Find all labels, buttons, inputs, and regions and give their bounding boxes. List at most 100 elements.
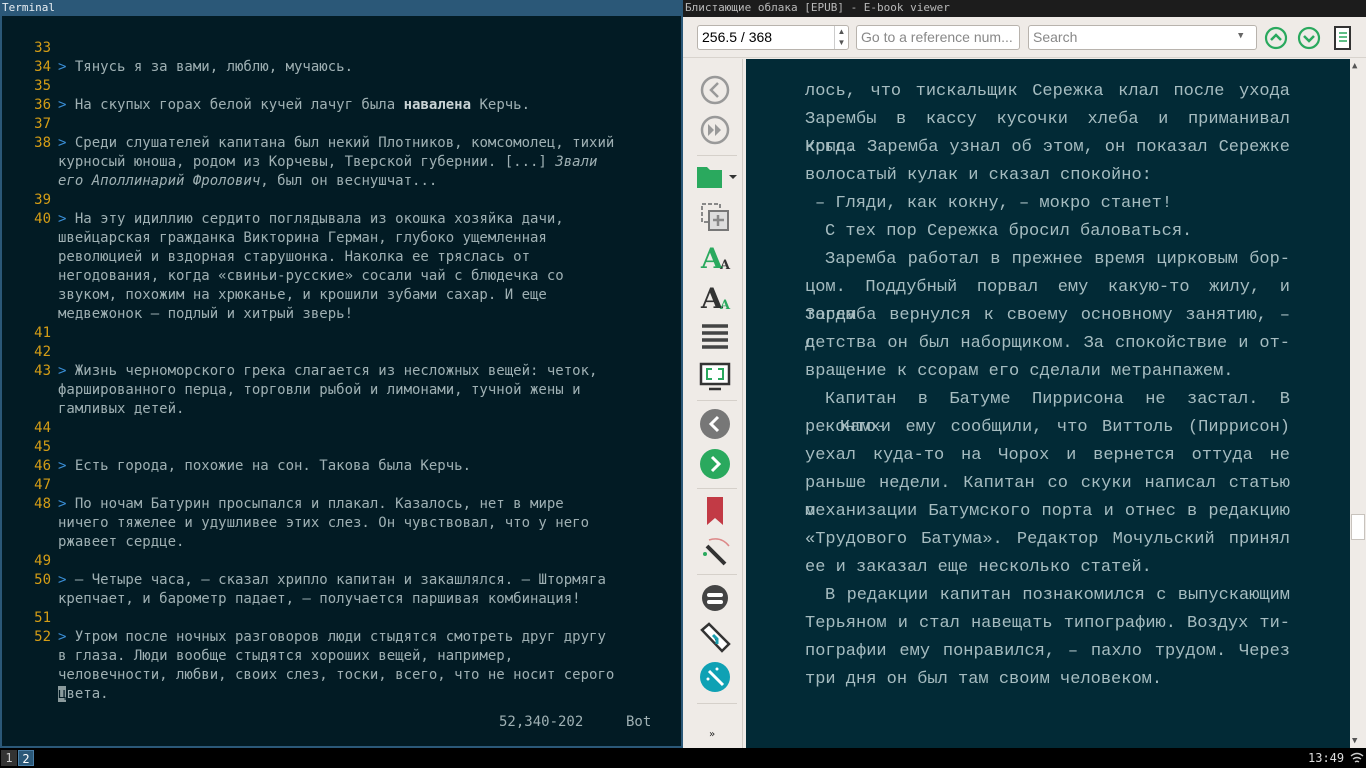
book-text-line: уехал куда-то на Чорох и вернется оттуда… (805, 446, 1290, 465)
line-text: фаршированного перца, торговли рыбой и л… (58, 381, 581, 400)
previous-page-icon[interactable] (699, 408, 731, 440)
line-text: > Жизнь черноморского грека слагается из… (58, 362, 597, 381)
find-next-icon[interactable] (1297, 26, 1321, 50)
fullscreen-icon[interactable] (699, 360, 731, 392)
line-text: медвежонок – подлый и хитрый зверь! (58, 305, 353, 324)
forward-icon[interactable] (699, 114, 731, 146)
text-segment: > (58, 211, 75, 227)
scrollbar[interactable]: ▲ ▼ (1350, 59, 1366, 748)
text-segment: негодования, когда «свиньи-русские» соса… (58, 268, 564, 284)
line-number: 49 (34, 553, 51, 569)
workspace-2[interactable]: 2 (18, 750, 34, 766)
scroll-position: Bot (626, 714, 652, 730)
line-number: 48 (34, 496, 51, 512)
text-segment: крепчает, и барометр падает, – получаетс… (58, 591, 581, 607)
ebook-viewer-window: Блистающие облака [EPUB] - E-book viewer… (683, 0, 1366, 748)
text-segment: > (58, 59, 75, 75)
line-text: ничего тяжелее и удушливее этих слез. Он… (58, 514, 589, 533)
line-text: > – Четыре часа, – сказал хрипло капитан… (58, 571, 606, 590)
text-segment: На эту идиллию сердито поглядывала из ок… (74, 211, 564, 227)
magic-wand-icon[interactable] (699, 534, 731, 566)
table-of-contents-icon[interactable] (699, 320, 731, 352)
text-segment: На скупых горах белой кучей лачуг была (74, 97, 404, 113)
search-input[interactable]: Search (1028, 25, 1257, 50)
line-text: негодования, когда «свиньи-русские» соса… (58, 267, 564, 286)
next-page-icon[interactable] (699, 448, 731, 480)
line-text: > Есть города, похожие на сон. Такова бы… (58, 457, 471, 476)
line-text: цвета. (58, 685, 109, 704)
find-previous-icon[interactable] (1264, 26, 1288, 50)
add-to-library-icon[interactable] (699, 201, 731, 233)
taskbar: 1 2 13:49 (0, 748, 1366, 768)
line-number: 35 (34, 78, 51, 94)
line-number: 46 (34, 458, 51, 474)
text-segment: Звали (555, 154, 598, 170)
line-number: 39 (34, 192, 51, 208)
svg-text:A: A (719, 298, 731, 313)
terminal-body[interactable]: 52,340-202 Bot 33 34 > Тянусь я за вами, л… (2, 16, 681, 746)
book-page[interactable]: лось, что тискальщик Сережка клал после … (746, 59, 1350, 748)
line-text: гамливых детей. (58, 400, 184, 419)
text-segment: > (58, 458, 75, 474)
book-text-line: Зарем­ба вернулся к своему основному зан… (805, 306, 1290, 353)
back-icon[interactable] (699, 74, 731, 106)
line-text: революцией и вздорная старушонка. Наколк… (58, 248, 530, 267)
book-text-line: Зарембы в кассу кусочки хлеба и приманив… (805, 110, 1290, 157)
wifi-icon (1350, 752, 1364, 763)
reference-input[interactable]: Go to a reference num... (856, 25, 1020, 50)
book-text-line: цом. Поддубный порвал ему какую-то жилу,… (805, 278, 1290, 325)
scroll-icon[interactable] (1331, 24, 1355, 52)
line-text: > Утром после ночных разговоров люди сты… (58, 628, 606, 647)
text-segment: вета. (66, 686, 109, 702)
terminal-title: Terminal (2, 1, 55, 14)
text-segment: в глаза. Люди вообще стыдятся хороших ве… (58, 648, 514, 664)
line-number: 52 (34, 629, 51, 645)
font-smaller-icon[interactable]: AA (699, 281, 731, 313)
book-text-line: три дня он был там своим человеком. (805, 670, 1163, 689)
more-chevron-icon[interactable]: » (709, 729, 715, 740)
reference-mode-icon[interactable] (699, 661, 731, 693)
book-text-line: Терьяном и стал навещать типографию. Воз… (805, 614, 1290, 633)
line-number: 47 (34, 477, 51, 493)
text-segment: > (58, 363, 75, 379)
text-segment: звуком, похожим на хрюканье, и крошили з… (58, 287, 547, 303)
text-segment: медвежонок – подлый и хитрый зверь! (58, 306, 354, 322)
book-text-line: – Гляди, как кокну, – мокро станет! (815, 194, 1173, 213)
line-text: > На скупых горах белой кучей лачуг была… (58, 96, 530, 115)
book-text-line: волосатый кулак и сказал спокойно: (805, 166, 1152, 185)
spin-arrows-icon[interactable]: ▲ ▼ (834, 26, 848, 49)
text-segment: > (58, 496, 75, 512)
search-dropdown-icon[interactable]: ▼ (1238, 31, 1243, 41)
text-segment: курносый юноша, родом из Корчевы, Тверск… (58, 154, 556, 170)
line-number: 37 (34, 116, 51, 132)
line-number: 33 (34, 40, 51, 56)
metadata-tag-icon[interactable] (699, 621, 731, 653)
book-text-line: вращение к ссорам его сделали метранпаже… (805, 362, 1234, 381)
book-text-line: Зарем­ба работал в прежнее время цирковы… (825, 250, 1290, 269)
text-segment: Среди слушателей капитана был некий Плот… (74, 135, 615, 151)
line-text: > По ночам Батурин просыпался и плакал. … (58, 495, 564, 514)
line-number: 34 (34, 59, 51, 75)
preferences-icon[interactable] (699, 582, 731, 614)
line-number: 41 (34, 325, 51, 341)
top-toolbar: 256.5 / 368 ▲ ▼ Go to a reference num... … (683, 17, 1366, 58)
workspace-1[interactable]: 1 (1, 750, 17, 766)
text-segment: Тянусь я за вами, люблю, мучаюсь. (74, 59, 354, 75)
scroll-down-icon: ▼ (1352, 736, 1358, 746)
page-spinbox[interactable]: 256.5 / 368 ▲ ▼ (697, 25, 849, 50)
line-text: человечности, любви, своих слез, тоски, … (58, 666, 614, 685)
text-segment: По ночам Батурин просыпался и плакал. Ка… (74, 496, 564, 512)
book-text-line: Капитан в Батуме Пиррисона не застал. В … (825, 390, 1290, 437)
text-segment: Есть города, похожие на сон. Такова была… (74, 458, 472, 474)
line-number: 51 (34, 610, 51, 626)
side-toolbar: AA AA » (685, 59, 743, 748)
font-larger-icon[interactable]: AA (699, 241, 731, 273)
line-text: его Аполлинарий Фролович, был он веснушч… (58, 172, 437, 191)
text-segment: фаршированного перца, торговли рыбой и л… (58, 382, 581, 398)
bookmark-icon[interactable] (699, 495, 731, 527)
line-text: швейцарская гражданка Викторина Герман, … (58, 229, 547, 248)
scrollbar-thumb[interactable] (1351, 514, 1365, 540)
open-folder-icon[interactable] (695, 161, 739, 193)
cursor-position: 52,340-202 (499, 714, 584, 730)
text-segment: , был он веснушчат... (260, 173, 438, 189)
